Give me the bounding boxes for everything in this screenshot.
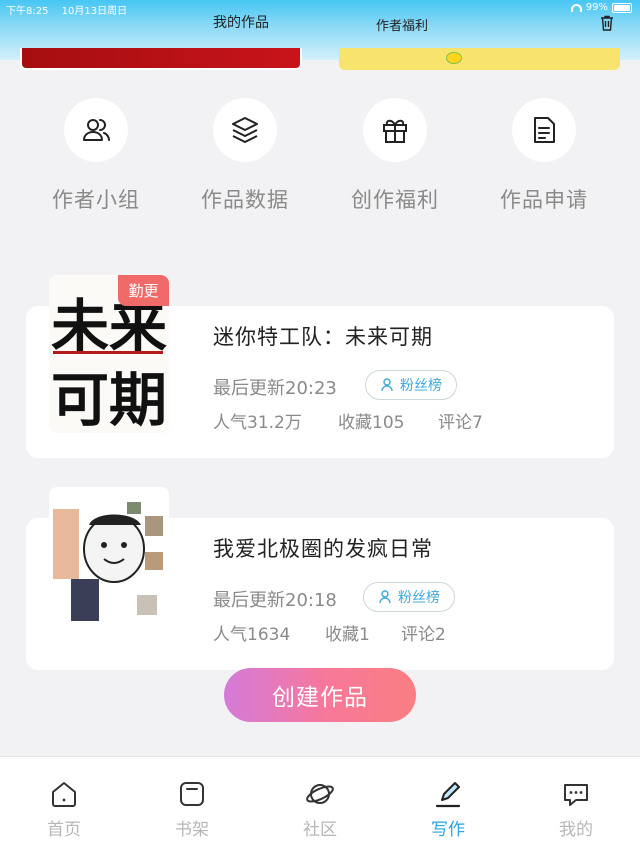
chat-bubble-icon — [564, 784, 588, 806]
feature-work-application[interactable]: 作品申请 — [479, 98, 609, 214]
gift-icon — [363, 98, 427, 162]
fans-rank-label: 粉丝榜 — [398, 590, 440, 606]
user-icon — [379, 590, 391, 604]
fans-rank-button-1[interactable]: 粉丝榜 — [365, 370, 457, 400]
feature-label: 作者小组 — [52, 188, 140, 212]
work-title-2[interactable]: 我爱北极圈的发疯日常 — [213, 533, 433, 563]
tab-my-works[interactable]: 我的作品 — [213, 12, 269, 32]
bookshelf-icon — [180, 782, 204, 806]
layers-icon — [213, 98, 277, 162]
status-right: 99% — [570, 2, 632, 13]
planet-icon — [306, 784, 334, 804]
last-updated-2: 最后更新20:18 — [213, 590, 337, 611]
feature-label: 作品申请 — [500, 188, 588, 212]
tab-mine[interactable]: 我的 — [536, 779, 616, 840]
bottom-tab-bar: 首页 书架 社区 写作 我的 — [0, 756, 640, 853]
tab-writing[interactable]: 写作 — [408, 779, 488, 840]
feature-work-data[interactable]: 作品数据 — [180, 98, 310, 214]
battery-icon — [612, 2, 632, 13]
favorites: 收藏105 — [338, 413, 405, 433]
work-title-1[interactable]: 迷你特工队：未来可期 — [213, 321, 433, 351]
feature-author-group[interactable]: 作者小组 — [31, 98, 161, 214]
create-work-button[interactable]: 创建作品 — [224, 668, 416, 722]
battery-percent: 99% — [585, 2, 608, 13]
tab-community[interactable]: 社区 — [280, 779, 360, 840]
favorites: 收藏1 — [325, 625, 370, 645]
book-cover-1[interactable]: 未来 可期 勤更 — [49, 275, 169, 433]
tab-label: 书架 — [175, 820, 209, 840]
wifi-icon — [570, 3, 582, 12]
work-stats-1: 人气31.2万 收藏105 评论7 — [213, 408, 483, 433]
home-icon — [52, 782, 76, 807]
fans-rank-label: 粉丝榜 — [400, 378, 442, 394]
user-icon — [381, 378, 393, 392]
banner-left[interactable] — [20, 48, 302, 70]
tab-home[interactable]: 首页 — [24, 779, 104, 840]
tab-bookshelf[interactable]: 书架 — [152, 779, 232, 840]
banner-right[interactable] — [339, 48, 620, 70]
application-icon — [512, 98, 576, 162]
comments: 评论2 — [401, 625, 446, 645]
last-updated-1: 最后更新20:23 — [213, 378, 337, 399]
status-left: 下午8:25 10月13日周日 — [6, 2, 137, 17]
work-stats-2: 人气1634 收藏1 评论2 — [213, 620, 446, 645]
badge-diligent: 勤更 — [118, 275, 169, 306]
feature-creation-benefits[interactable]: 创作福利 — [330, 98, 460, 214]
tab-author-benefits[interactable]: 作者福利 — [376, 15, 428, 34]
tab-label: 我的 — [559, 820, 593, 840]
cover-art-2 — [49, 487, 169, 645]
popularity: 人气31.2万 — [213, 413, 302, 433]
pen-icon — [435, 782, 461, 808]
trash-icon[interactable] — [600, 15, 614, 31]
mascot-icon — [446, 52, 462, 64]
tab-label: 首页 — [47, 820, 81, 840]
book-cover-2[interactable] — [49, 487, 169, 645]
cover-title-bottom: 可期 — [51, 366, 167, 433]
comments: 评论7 — [438, 413, 483, 433]
status-date: 10月13日周日 — [61, 6, 128, 17]
feature-label: 作品数据 — [201, 188, 289, 212]
status-time: 下午8:25 — [6, 6, 49, 17]
feature-label: 创作福利 — [351, 188, 439, 212]
tab-label: 写作 — [431, 820, 465, 840]
author-group-icon — [64, 98, 128, 162]
tab-label: 社区 — [303, 820, 337, 840]
popularity: 人气1634 — [213, 625, 291, 645]
fans-rank-button-2[interactable]: 粉丝榜 — [363, 582, 455, 612]
